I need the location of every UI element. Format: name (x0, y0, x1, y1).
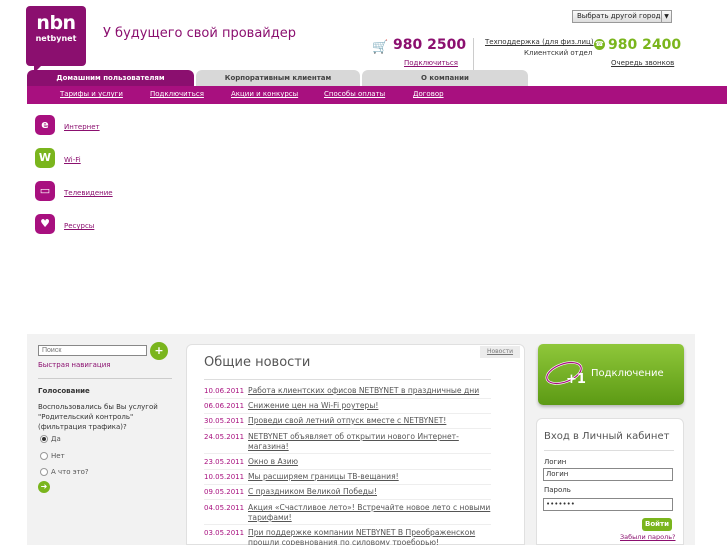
news-divider (204, 398, 491, 399)
sidebar-divider (38, 378, 172, 379)
service-internet-link[interactable]: Интернет (64, 123, 100, 131)
login-button[interactable]: Войти (642, 518, 672, 531)
wifi-glyph: W (35, 148, 55, 168)
forgot-password-link[interactable]: Забыли пароль? (620, 533, 676, 541)
connect-plus-one-icon: +1 (545, 361, 586, 387)
logo-text-bottom: netbynet (35, 34, 77, 43)
wifi-icon[interactable]: W (29, 144, 61, 174)
tab-home-users[interactable]: Домашним пользователям (27, 70, 194, 86)
news-link[interactable]: Снижение цен на Wi-Fi роутеры! (248, 401, 493, 411)
news-link[interactable]: Проведи свой летний отпуск вместе с NETB… (248, 416, 493, 426)
cart-icon: 🛒 (372, 40, 389, 55)
svg-text:+1: +1 (566, 372, 586, 387)
poll-title: Голосование (38, 387, 90, 395)
support-phone: 980 2400 (608, 37, 682, 53)
news-date: 03.05.2011 (204, 529, 245, 537)
subnav-connect[interactable]: Подключиться (150, 90, 204, 98)
news-divider (204, 413, 491, 414)
page: nbn netbynet У будущего свой провайдер В… (0, 0, 727, 545)
news-divider (204, 469, 491, 470)
news-link[interactable]: Окно в Азию (248, 457, 493, 467)
news-divider (204, 524, 491, 525)
support-link[interactable]: Техподдержка (для физ.лиц) (485, 38, 594, 46)
news-link[interactable]: NETBYNET объявляет об открытии нового Ин… (248, 432, 493, 452)
news-date: 23.05.2011 (204, 458, 245, 466)
search-input[interactable] (38, 345, 147, 356)
resources-glyph: ♥ (35, 214, 55, 234)
tv-icon[interactable]: ▭ (29, 177, 61, 207)
poll-option-what-label: А что это? (51, 468, 89, 476)
internet-glyph: e (35, 115, 55, 135)
header-divider (473, 38, 474, 70)
call-queue-link[interactable]: Очередь звонков (611, 59, 674, 67)
news-date: 09.05.2011 (204, 488, 245, 496)
city-select-label: Выбрать другой город (577, 12, 661, 20)
news-date: 10.06.2011 (204, 387, 245, 395)
sub-navigation: Тарифы и услуги Подключиться Акции и кон… (27, 86, 727, 104)
news-link[interactable]: Акция «Счастливое лето»! Встречайте ново… (248, 503, 493, 523)
news-divider (204, 484, 491, 485)
poll-option-radio-what[interactable] (40, 468, 48, 476)
internet-icon[interactable]: e (29, 111, 61, 141)
resources-icon[interactable]: ♥ (29, 210, 61, 240)
sales-phone: 980 2500 (393, 37, 467, 53)
news-date: 10.05.2011 (204, 473, 245, 481)
news-divider (204, 453, 491, 454)
tab-about[interactable]: О компании (362, 70, 528, 86)
news-date: 04.05.2011 (204, 504, 245, 512)
news-title-divider (204, 379, 491, 380)
chevron-down-icon: ▼ (661, 11, 671, 22)
poll-option-radio-no[interactable] (40, 452, 48, 460)
news-date: 30.05.2011 (204, 417, 245, 425)
city-select[interactable]: Выбрать другой город ▼ (572, 10, 672, 23)
slogan: У будущего свой провайдер (103, 26, 296, 41)
login-label: Логин (544, 458, 567, 466)
login-field[interactable]: Логин (543, 468, 673, 481)
password-field[interactable]: ••••••• (543, 498, 673, 511)
news-link[interactable]: С праздником Великой Победы! (248, 487, 493, 497)
poll-option-radio-yes[interactable] (40, 435, 48, 443)
news-tag-link[interactable]: Новости (480, 346, 520, 358)
news-link[interactable]: Работа клиентских офисов NETBYNET в праз… (248, 386, 493, 396)
tab-corporate[interactable]: Корпоративным клиентам (196, 70, 360, 86)
client-dept-label: Клиентский отдел (524, 49, 593, 57)
phone-icon: ☎ (594, 39, 605, 50)
news-divider (204, 428, 491, 429)
netbynet-logo[interactable]: nbn netbynet (26, 6, 86, 73)
news-link[interactable]: Мы расширяем границы ТВ-вещания! (248, 472, 493, 482)
login-title: Вход в Личный кабинет (544, 431, 670, 442)
subnav-tariffs[interactable]: Тарифы и услуги (60, 90, 123, 98)
logo-text-top: nbn (36, 12, 76, 34)
news-divider (204, 499, 491, 500)
poll-option-no-label: Нет (51, 452, 65, 460)
service-tv-link[interactable]: Телевидение (64, 189, 113, 197)
news-date: 24.05.2011 (204, 433, 245, 441)
subnav-promotions[interactable]: Акции и конкурсы (231, 90, 298, 98)
tv-glyph: ▭ (35, 181, 55, 201)
service-wifi-link[interactable]: Wi-Fi (64, 156, 81, 164)
service-resources-link[interactable]: Ресурсы (64, 222, 94, 230)
login-title-divider (544, 450, 674, 451)
subnav-payment[interactable]: Способы оплаты (324, 90, 385, 98)
quick-navigation-link[interactable]: Быстрая навигация (38, 361, 110, 369)
news-link[interactable]: При поддержке компании NETBYNET В Преобр… (248, 528, 493, 545)
news-date: 06.06.2011 (204, 402, 245, 410)
poll-option-yes-label: Да (51, 435, 61, 443)
subnav-contract[interactable]: Договор (413, 90, 444, 98)
poll-question: Воспользовались бы Вы услугой "Родительс… (38, 403, 158, 431)
poll-submit-arrow-icon[interactable]: ➜ (38, 481, 50, 493)
search-icon[interactable]: + (150, 342, 168, 360)
connect-banner-label: Подключение (591, 368, 664, 379)
news-title: Общие новости (204, 355, 311, 370)
connect-link[interactable]: Подключиться (404, 59, 458, 67)
password-label: Пароль (544, 486, 571, 494)
